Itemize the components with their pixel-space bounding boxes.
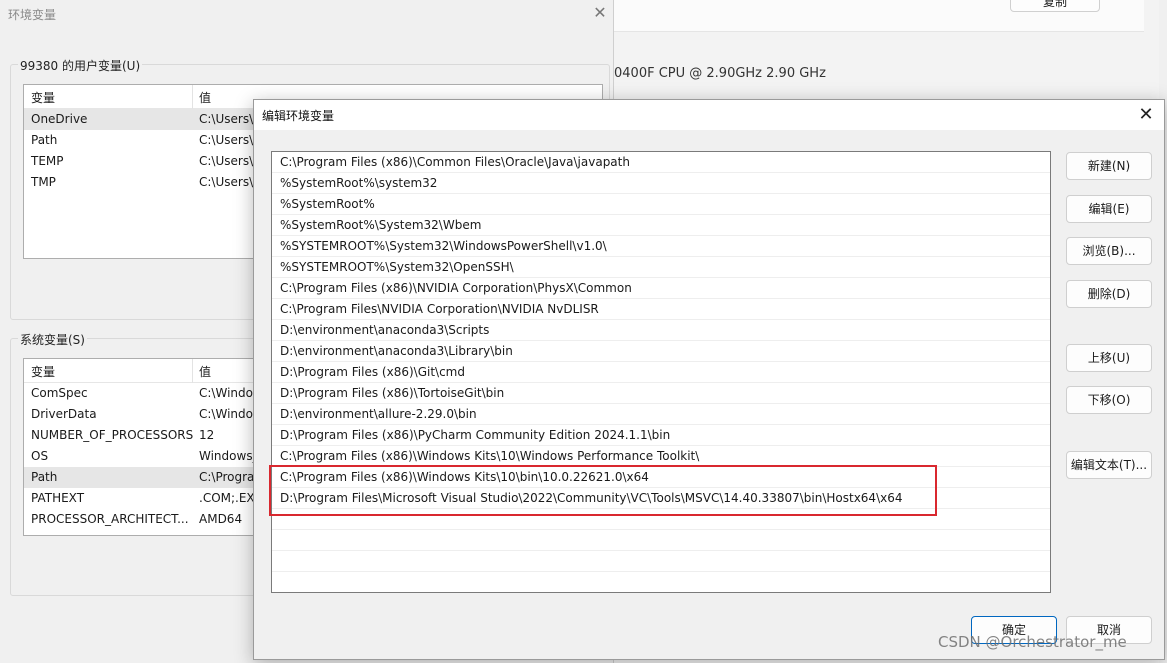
edit-env-var-dialog: 编辑环境变量 ✕ C:\Program Files (x86)\Common F…	[253, 99, 1165, 660]
var-name: Path	[31, 470, 58, 484]
list-item[interactable]: D:\environment\anaconda3\Library\bin	[272, 341, 1050, 362]
list-item[interactable]: %SystemRoot%\system32	[272, 173, 1050, 194]
env-dialog-title: 环境变量	[8, 8, 57, 22]
var-value: Windows_	[199, 449, 259, 463]
list-item[interactable]: C:\Program Files\NVIDIA Corporation\NVID…	[272, 299, 1050, 320]
edit-button[interactable]: 编辑(E)	[1066, 195, 1152, 223]
list-item[interactable]: D:\Program Files (x86)\Git\cmd	[272, 362, 1050, 383]
list-item[interactable]: D:\Program Files (x86)\PyCharm Community…	[272, 425, 1050, 446]
move-down-button[interactable]: 下移(O)	[1066, 386, 1152, 414]
list-item[interactable]: %SystemRoot%\System32\Wbem	[272, 215, 1050, 236]
empty-list-row[interactable]	[272, 572, 1050, 592]
col-value-header[interactable]: 值	[199, 89, 211, 106]
delete-button[interactable]: 删除(D)	[1066, 280, 1152, 308]
var-value: .COM;.EX	[199, 491, 255, 505]
var-name: Path	[31, 133, 58, 147]
var-value: C:\Users\	[199, 154, 254, 168]
list-item[interactable]: C:\Program Files (x86)\Common Files\Orac…	[272, 152, 1050, 173]
column-divider[interactable]	[192, 85, 193, 109]
var-name: OneDrive	[31, 112, 88, 126]
list-item[interactable]: D:\environment\anaconda3\Scripts	[272, 320, 1050, 341]
list-item[interactable]: C:\Program Files (x86)\Windows Kits\10\b…	[272, 467, 1050, 488]
settings-header-card: 复制	[614, 0, 1144, 32]
var-name: PATHEXT	[31, 491, 85, 505]
column-divider[interactable]	[192, 359, 193, 383]
cpu-info-text: 0400F CPU @ 2.90GHz 2.90 GHz	[614, 66, 826, 81]
var-name: PROCESSOR_ARCHITECT...	[31, 512, 189, 526]
empty-list-row[interactable]	[272, 551, 1050, 572]
var-value: C:\Windo	[199, 407, 253, 421]
var-value: C:\Users\	[199, 175, 254, 189]
close-icon[interactable]: ✕	[1134, 103, 1158, 127]
var-value: C:\Progra	[199, 470, 255, 484]
list-item[interactable]: %SYSTEMROOT%\System32\WindowsPowerShell\…	[272, 236, 1050, 257]
var-name: OS	[31, 449, 49, 463]
var-name: TEMP	[31, 154, 64, 168]
var-value: C:\Users\	[199, 112, 254, 126]
user-vars-label: 99380 的用户变量(U)	[18, 57, 143, 74]
move-up-button[interactable]: 上移(U)	[1066, 344, 1152, 372]
copy-button[interactable]: 复制	[1010, 0, 1100, 12]
empty-list-row[interactable]	[272, 530, 1050, 551]
watermark: CSDN @Orchestrator_me	[938, 633, 1127, 651]
var-value: C:\Windo	[199, 386, 253, 400]
system-vars-label: 系统变量(S)	[18, 331, 87, 348]
list-item[interactable]: D:\environment\allure-2.29.0\bin	[272, 404, 1050, 425]
var-name: TMP	[31, 175, 56, 189]
empty-list-row[interactable]	[272, 509, 1050, 530]
list-item[interactable]: %SYSTEMROOT%\System32\OpenSSH\	[272, 257, 1050, 278]
var-name: DriverData	[31, 407, 97, 421]
edit-text-button[interactable]: 编辑文本(T)...	[1066, 451, 1152, 479]
var-name: NUMBER_OF_PROCESSORS	[31, 428, 194, 442]
col-variable-header[interactable]: 变量	[31, 89, 55, 106]
list-item[interactable]: %SystemRoot%	[272, 194, 1050, 215]
var-name: ComSpec	[31, 386, 88, 400]
list-item[interactable]: C:\Program Files (x86)\NVIDIA Corporatio…	[272, 278, 1050, 299]
path-list[interactable]: C:\Program Files (x86)\Common Files\Orac…	[271, 151, 1051, 593]
col-variable-header[interactable]: 变量	[31, 363, 55, 380]
var-value: AMD64	[199, 512, 243, 526]
list-item[interactable]: C:\Program Files (x86)\Windows Kits\10\W…	[272, 446, 1050, 467]
var-value: C:\Users\	[199, 133, 254, 147]
dialog-title: 编辑环境变量	[262, 109, 335, 123]
var-value: 12	[199, 428, 215, 442]
list-item[interactable]: D:\Program Files\Microsoft Visual Studio…	[272, 488, 1050, 509]
close-icon[interactable]: ✕	[590, 2, 610, 24]
dialog-titlebar[interactable]: 编辑环境变量 ✕	[254, 100, 1164, 130]
list-item[interactable]: D:\Program Files (x86)\TortoiseGit\bin	[272, 383, 1050, 404]
browse-button[interactable]: 浏览(B)...	[1066, 237, 1152, 265]
col-value-header[interactable]: 值	[199, 363, 211, 380]
new-button[interactable]: 新建(N)	[1066, 152, 1152, 180]
